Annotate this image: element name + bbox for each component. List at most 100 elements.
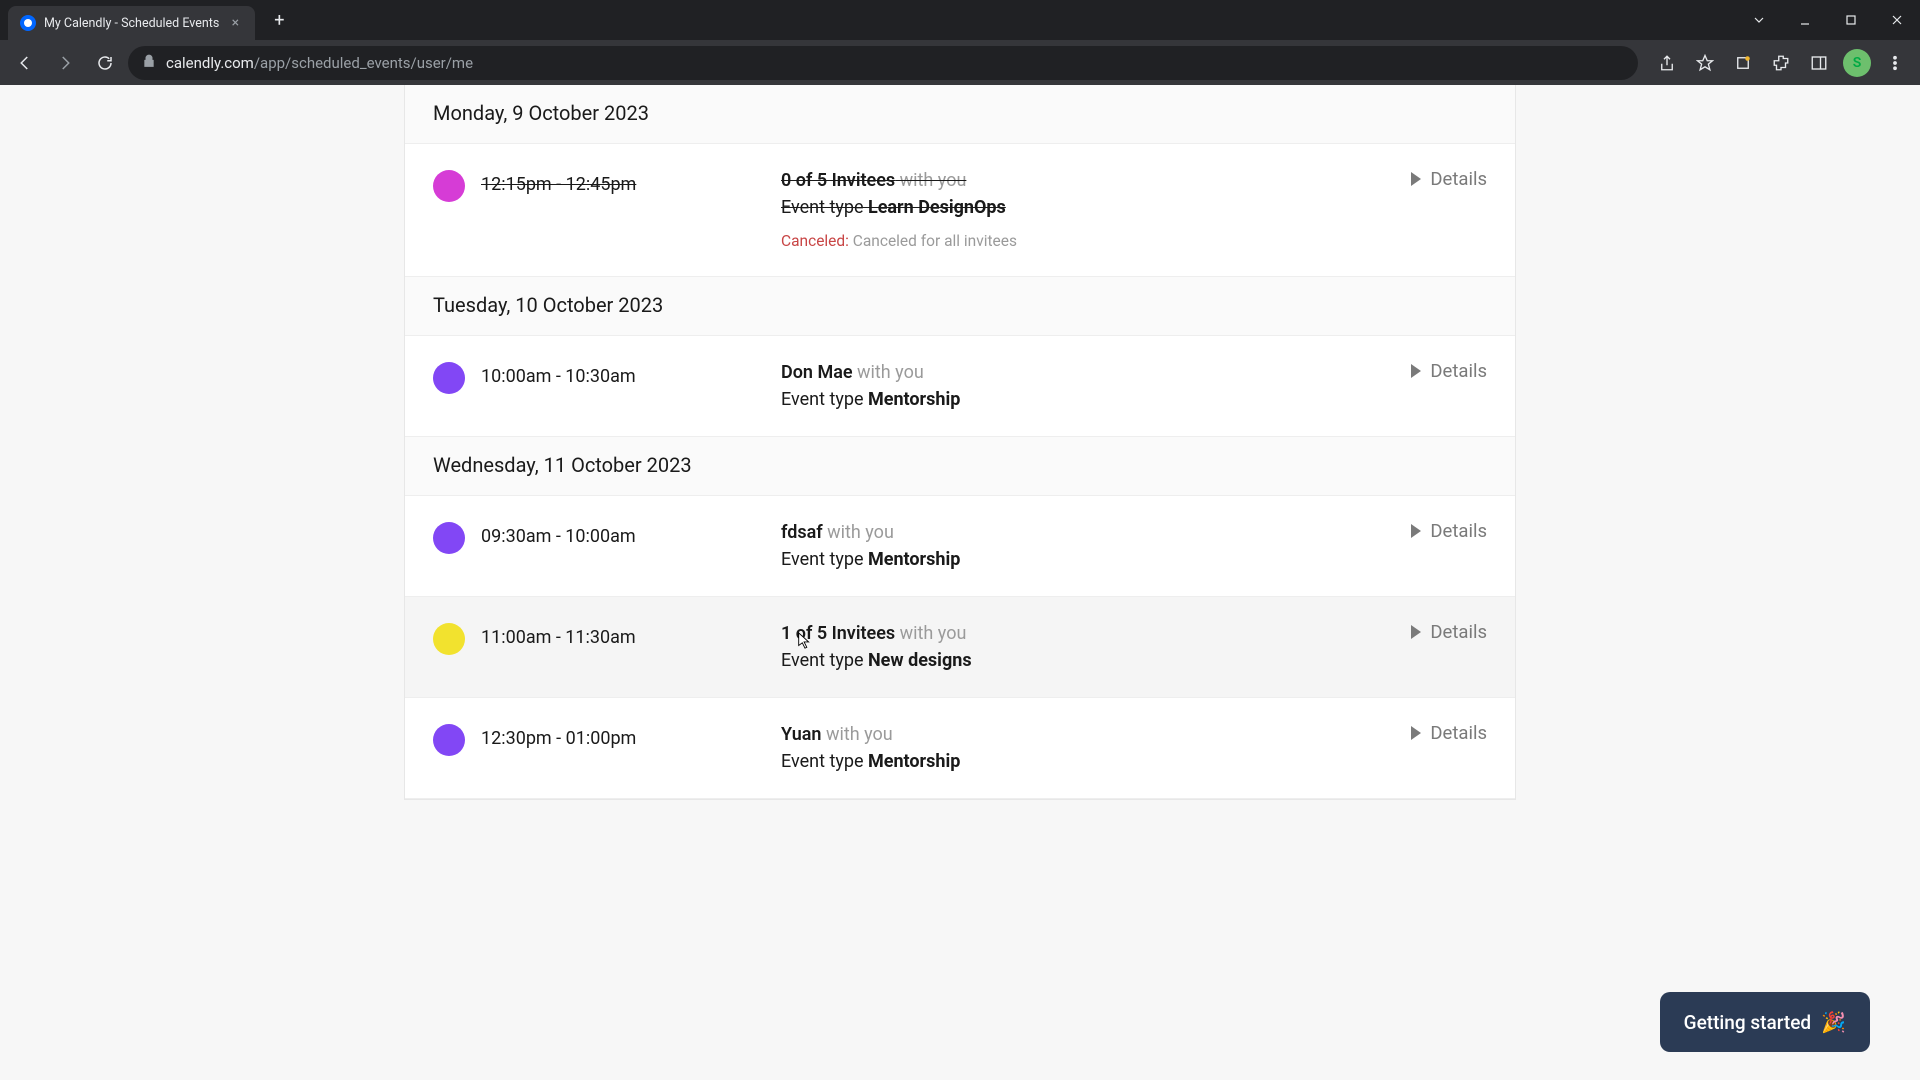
browser-tab[interactable]: My Calendly - Scheduled Events × — [8, 6, 255, 40]
event-info: Don Mae with you Event type Mentorship — [781, 362, 1487, 410]
date-heading: Wednesday, 11 October 2023 — [405, 437, 1515, 496]
event-info: Yuan with you Event type Mentorship — [781, 724, 1487, 772]
play-icon — [1410, 364, 1422, 378]
details-button[interactable]: Details — [1410, 722, 1487, 744]
invitee-name: 0 of 5 Invitees — [781, 170, 895, 191]
url-host: calendly.com — [166, 54, 254, 72]
event-type-line: Event type Learn DesignOps — [781, 197, 1487, 218]
address-bar[interactable]: calendly.com/app/scheduled_events/user/m… — [128, 46, 1638, 80]
details-button[interactable]: Details — [1410, 520, 1487, 542]
extensions-icon[interactable] — [1764, 46, 1798, 80]
event-type-prefix: Event type — [781, 549, 868, 570]
event-invitee-line: fdsaf with you — [781, 522, 1487, 543]
invitee-name: Yuan — [781, 724, 822, 745]
details-label: Details — [1430, 621, 1487, 643]
lock-icon — [142, 54, 156, 72]
event-type-line: Event type New designs — [781, 650, 1487, 671]
event-invitee-line: Don Mae with you — [781, 362, 1487, 383]
play-icon — [1410, 172, 1422, 186]
event-type-line: Event type Mentorship — [781, 389, 1487, 410]
event-invitee-line: 1 of 5 Invitees with you — [781, 623, 1487, 644]
event-type-name: New designs — [868, 650, 972, 671]
event-time: 09:30am - 10:00am — [481, 522, 781, 570]
details-label: Details — [1430, 520, 1487, 542]
event-color-dot — [433, 170, 465, 202]
event-row[interactable]: 12:15pm - 12:45pm 0 of 5 Invitees with y… — [405, 144, 1515, 277]
reload-button[interactable] — [88, 46, 122, 80]
event-row[interactable]: 09:30am - 10:00am fdsaf with you Event t… — [405, 496, 1515, 597]
invitee-name: Don Mae — [781, 362, 853, 383]
page-content[interactable]: Monday, 9 October 2023 12:15pm - 12:45pm… — [0, 85, 1920, 1080]
event-color-dot — [433, 623, 465, 655]
details-button[interactable]: Details — [1410, 360, 1487, 382]
event-info: fdsaf with you Event type Mentorship — [781, 522, 1487, 570]
date-heading: Tuesday, 10 October 2023 — [405, 277, 1515, 336]
window-minimize-button[interactable] — [1782, 0, 1828, 40]
tabs-dropdown-icon[interactable] — [1736, 0, 1782, 40]
event-color-dot — [433, 522, 465, 554]
event-row[interactable]: 10:00am - 10:30am Don Mae with you Event… — [405, 336, 1515, 437]
invitee-name: fdsaf — [781, 522, 823, 543]
getting-started-widget[interactable]: Getting started 🎉 — [1660, 992, 1870, 1052]
tab-strip: My Calendly - Scheduled Events × + — [0, 0, 1920, 40]
event-color-dot — [433, 362, 465, 394]
profile-avatar-button[interactable]: S — [1840, 46, 1874, 80]
event-time: 12:15pm - 12:45pm — [481, 170, 781, 250]
with-you-label: with you — [895, 170, 966, 191]
event-row[interactable]: 12:30pm - 01:00pm Yuan with you Event ty… — [405, 698, 1515, 799]
with-you-label: with you — [853, 362, 924, 383]
window-close-button[interactable] — [1874, 0, 1920, 40]
event-time: 10:00am - 10:30am — [481, 362, 781, 410]
calendly-favicon — [20, 15, 36, 31]
with-you-label: with you — [895, 623, 966, 644]
nav-forward-button[interactable] — [48, 46, 82, 80]
nav-back-button[interactable] — [8, 46, 42, 80]
getting-started-label: Getting started — [1684, 1011, 1811, 1034]
canceled-note: Canceled: Canceled for all invitees — [781, 232, 1487, 250]
party-popper-icon: 🎉 — [1821, 1010, 1846, 1034]
with-you-label: with you — [822, 724, 893, 745]
tab-title: My Calendly - Scheduled Events — [44, 16, 219, 31]
details-button[interactable]: Details — [1410, 168, 1487, 190]
address-row: calendly.com/app/scheduled_events/user/m… — [0, 40, 1920, 85]
with-you-label: with you — [823, 522, 894, 543]
event-type-prefix: Event type — [781, 751, 868, 772]
events-panel: Monday, 9 October 2023 12:15pm - 12:45pm… — [404, 85, 1516, 800]
share-icon[interactable] — [1650, 46, 1684, 80]
date-heading: Monday, 9 October 2023 — [405, 85, 1515, 144]
url-text: calendly.com/app/scheduled_events/user/m… — [166, 54, 473, 72]
event-type-prefix: Event type — [781, 389, 868, 410]
canceled-message: Canceled for all invitees — [849, 232, 1017, 250]
side-panel-icon[interactable] — [1802, 46, 1836, 80]
details-button[interactable]: Details — [1410, 621, 1487, 643]
window-maximize-button[interactable] — [1828, 0, 1874, 40]
url-path: /app/scheduled_events/user/me — [254, 54, 473, 72]
close-tab-icon[interactable]: × — [227, 15, 243, 31]
event-type-line: Event type Mentorship — [781, 751, 1487, 772]
details-label: Details — [1430, 168, 1487, 190]
event-time: 11:00am - 11:30am — [481, 623, 781, 671]
extensions-notice-icon[interactable] — [1726, 46, 1760, 80]
event-color-dot — [433, 724, 465, 756]
invitee-name: 1 of 5 Invitees — [781, 623, 895, 644]
kebab-menu-icon[interactable] — [1878, 46, 1912, 80]
details-label: Details — [1430, 722, 1487, 744]
event-type-name: Mentorship — [868, 751, 960, 772]
play-icon — [1410, 625, 1422, 639]
event-time: 12:30pm - 01:00pm — [481, 724, 781, 772]
details-label: Details — [1430, 360, 1487, 382]
play-icon — [1410, 726, 1422, 740]
event-type-name: Mentorship — [868, 389, 960, 410]
canceled-label: Canceled: — [781, 232, 849, 250]
toolbar-icons: S — [1650, 46, 1912, 80]
event-type-line: Event type Mentorship — [781, 549, 1487, 570]
bookmark-star-icon[interactable] — [1688, 46, 1722, 80]
event-info: 1 of 5 Invitees with you Event type New … — [781, 623, 1487, 671]
event-invitee-line: 0 of 5 Invitees with you — [781, 170, 1487, 191]
event-type-prefix: Event type — [781, 197, 868, 218]
event-info: 0 of 5 Invitees with you Event type Lear… — [781, 170, 1487, 250]
event-row[interactable]: 11:00am - 11:30am 1 of 5 Invitees with y… — [405, 597, 1515, 698]
event-invitee-line: Yuan with you — [781, 724, 1487, 745]
browser-chrome: My Calendly - Scheduled Events × + calen… — [0, 0, 1920, 85]
new-tab-button[interactable]: + — [265, 6, 293, 34]
